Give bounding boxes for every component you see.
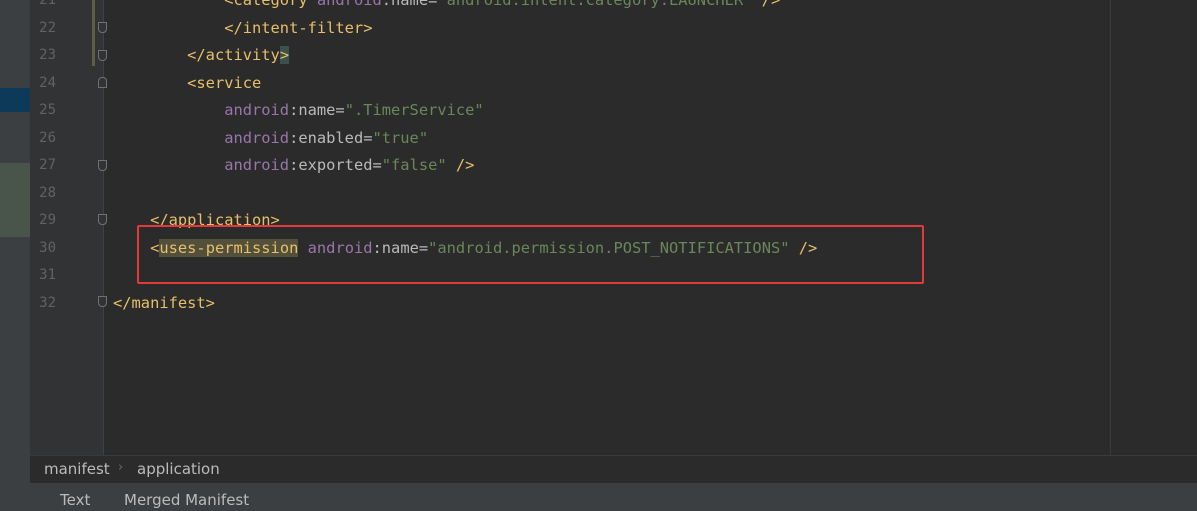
line-number: 30 bbox=[39, 240, 56, 256]
fold-end-icon[interactable] bbox=[98, 160, 107, 171]
code-line[interactable]: </intent-filter> bbox=[113, 14, 372, 42]
breadcrumb-separator-icon: › bbox=[118, 460, 124, 475]
code-token: android bbox=[316, 0, 382, 9]
code-token: </activity bbox=[187, 46, 280, 64]
highlight-annotation-box bbox=[137, 225, 924, 284]
fold-end-icon[interactable] bbox=[98, 214, 107, 225]
line-number: 26 bbox=[39, 130, 56, 146]
code-token: /> bbox=[752, 0, 781, 9]
editor-bottom-tabs: Text Merged Manifest bbox=[30, 483, 1197, 511]
code-token: <category bbox=[224, 0, 317, 9]
code-token: :exported= bbox=[289, 156, 382, 174]
code-token: android bbox=[224, 129, 290, 147]
fold-end-icon[interactable] bbox=[98, 22, 107, 33]
line-number: 32 bbox=[39, 295, 56, 311]
breadcrumb: manifest › application bbox=[30, 455, 1197, 484]
code-token: "false" bbox=[381, 156, 447, 174]
line-number: 21 bbox=[39, 0, 56, 8]
tab-text[interactable]: Text bbox=[60, 491, 90, 509]
code-token: android bbox=[224, 101, 290, 119]
code-token: </intent-filter> bbox=[224, 19, 373, 37]
line-number: 29 bbox=[39, 212, 56, 228]
tool-strip-selected-marker bbox=[0, 88, 30, 112]
code-line[interactable]: android:name=".TimerService" bbox=[113, 96, 484, 124]
line-number: 24 bbox=[39, 75, 56, 91]
line-number: 27 bbox=[39, 157, 56, 173]
code-line[interactable]: <service bbox=[113, 69, 261, 97]
gutter-divider bbox=[103, 0, 104, 455]
tab-merged-manifest[interactable]: Merged Manifest bbox=[124, 491, 249, 509]
code-token: :enabled= bbox=[289, 129, 373, 147]
line-number: 31 bbox=[39, 267, 56, 283]
fold-start-icon[interactable] bbox=[98, 77, 107, 88]
line-number: 28 bbox=[39, 185, 56, 201]
breadcrumb-item-manifest[interactable]: manifest bbox=[44, 460, 110, 478]
left-tool-strip bbox=[0, 0, 30, 511]
code-token: "true" bbox=[372, 129, 429, 147]
indent-guide bbox=[92, 0, 95, 66]
tool-strip-change-marker bbox=[0, 163, 30, 237]
right-margin-guide bbox=[1110, 0, 1111, 455]
code-line[interactable]: android:exported="false" /> bbox=[113, 151, 474, 179]
line-number: 22 bbox=[39, 20, 56, 36]
code-token: ".TimerService" bbox=[344, 101, 484, 119]
line-number: 25 bbox=[39, 102, 56, 118]
code-token: /> bbox=[446, 156, 475, 174]
code-token: <service bbox=[187, 74, 262, 92]
code-line[interactable]: </manifest> bbox=[113, 289, 215, 317]
code-token: > bbox=[279, 46, 290, 64]
code-token: :name= bbox=[381, 0, 438, 9]
code-token: </manifest> bbox=[113, 294, 215, 312]
line-number: 23 bbox=[39, 47, 56, 63]
code-line[interactable]: <category android:name="android.intent.c… bbox=[113, 0, 780, 14]
breadcrumb-item-application[interactable]: application bbox=[137, 460, 220, 478]
code-token: android bbox=[224, 156, 290, 174]
code-line[interactable]: </activity> bbox=[113, 41, 290, 69]
code-line[interactable]: android:enabled="true" bbox=[113, 124, 428, 152]
fold-end-icon[interactable] bbox=[98, 50, 107, 61]
code-token: "android.intent.category.LAUNCHER" bbox=[437, 0, 753, 9]
fold-end-icon[interactable] bbox=[98, 296, 107, 307]
code-token: :name= bbox=[289, 101, 345, 119]
